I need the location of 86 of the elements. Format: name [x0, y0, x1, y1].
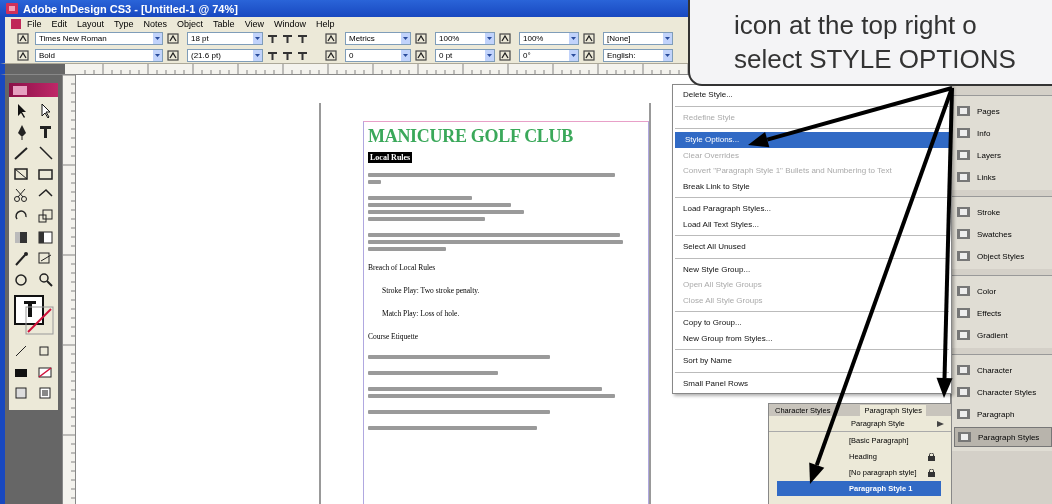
vertical-scale-field[interactable]: 100% — [435, 32, 495, 45]
menu-bar-item[interactable]: Notes — [139, 19, 172, 29]
panel-icon — [956, 205, 972, 219]
panel-tab[interactable]: Gradient — [954, 326, 1052, 344]
font-style-field[interactable]: Bold — [35, 49, 163, 62]
menu-item[interactable]: Sort by Name — [673, 353, 742, 369]
panel-icon — [956, 249, 972, 263]
panel-icon — [956, 148, 972, 162]
panel-icon — [956, 306, 972, 320]
callout-text: icon at the top right o — [734, 9, 978, 42]
kerning-field[interactable]: Metrics — [345, 32, 411, 45]
panel-icon — [956, 170, 972, 184]
caret-icon — [403, 37, 408, 40]
document-heading: MANICURE GOLF CLUB — [368, 126, 574, 146]
caret-icon — [571, 54, 576, 57]
menu-bar-item[interactable]: Window — [270, 19, 310, 29]
panel-tab[interactable]: Character — [954, 361, 1052, 379]
app-logo-icon — [13, 85, 27, 95]
caret-icon — [155, 37, 160, 40]
menu-item[interactable]: Break Link to Style — [673, 178, 760, 194]
caret-icon — [571, 37, 576, 40]
panel-icon — [956, 407, 972, 421]
leading-field[interactable]: (21.6 pt) — [187, 49, 263, 62]
new-style-icon[interactable] — [936, 419, 945, 428]
menu-bar-item[interactable]: View — [240, 19, 268, 29]
caret-icon — [487, 37, 492, 40]
menu-item[interactable]: Load All Text Styles... — [673, 216, 769, 232]
panel-tab[interactable]: Pages — [954, 102, 1052, 120]
caret-icon — [665, 54, 670, 57]
caret-icon — [665, 37, 670, 40]
menu-item[interactable]: Small Panel Rows — [673, 375, 758, 391]
scissors-icon[interactable] — [11, 186, 30, 204]
panel-tab[interactable]: Character Styles — [954, 383, 1052, 401]
panel-tab[interactable]: Links — [954, 168, 1052, 186]
caret-icon — [155, 54, 160, 57]
menu-item[interactable]: New Group from Styles... — [673, 330, 783, 346]
baseline-shift-field[interactable]: 0 pt — [435, 49, 495, 62]
menu-item[interactable]: Load Paragraph Styles... — [673, 201, 782, 217]
panel-icon — [956, 328, 972, 342]
panel-tab[interactable]: Info — [954, 124, 1052, 142]
panel-tab[interactable]: Swatches — [954, 225, 1052, 243]
panel-icon — [956, 104, 972, 118]
panel-tab[interactable]: Color — [954, 282, 1052, 300]
menu-item[interactable]: Delete Style... — [673, 87, 743, 103]
font-size-field[interactable]: 18 pt — [187, 32, 263, 45]
panel-tab[interactable]: Paragraph Styles — [954, 427, 1052, 447]
panel-icon — [957, 430, 973, 444]
menu-item[interactable]: Select All Unused — [673, 239, 756, 255]
horizontal-scale-field[interactable]: 100% — [519, 32, 579, 45]
panel-tab[interactable]: Effects — [954, 304, 1052, 322]
character-style-field[interactable]: [None] — [603, 32, 673, 45]
tracking-field[interactable]: 0 — [345, 49, 411, 62]
panel-icon — [956, 227, 972, 241]
menu-bar-item[interactable]: Type — [110, 19, 138, 29]
font-family-field[interactable]: Times New Roman — [35, 32, 163, 45]
menu-item[interactable]: New Style Group... — [673, 261, 761, 277]
panel-tab[interactable]: Layers — [954, 146, 1052, 164]
menu-bar-item[interactable]: File — [23, 19, 46, 29]
panel-tab[interactable]: Paragraph — [954, 405, 1052, 423]
menu-bar-item[interactable]: Object — [173, 19, 208, 29]
fill-stroke-icon[interactable] — [13, 295, 54, 335]
menu-bar-item[interactable]: Table — [209, 19, 239, 29]
panel-tab[interactable]: Object Styles — [954, 247, 1052, 265]
scale-tool-icon[interactable] — [35, 207, 54, 225]
panel-icon — [956, 363, 972, 377]
skew-field[interactable]: 0° — [519, 49, 579, 62]
caret-icon — [487, 54, 492, 57]
menu-item[interactable]: Copy to Group... — [673, 315, 752, 331]
document-subheading: Local Rules — [368, 152, 413, 163]
caret-icon — [403, 54, 408, 57]
menu-item[interactable]: Style Options... — [675, 132, 949, 148]
app-logo-icon — [11, 19, 21, 29]
menu-bar-item[interactable]: Edit — [47, 19, 72, 29]
caret-icon — [255, 37, 260, 40]
frame-icon[interactable] — [11, 165, 30, 183]
language-field[interactable]: English: — [603, 49, 673, 62]
window-title: Adobe InDesign CS3 - [Untitled-1 @ 74%] — [23, 2, 238, 15]
menu-bar-item[interactable]: Help — [312, 19, 339, 29]
panel-icon — [956, 385, 972, 399]
panel-icon — [956, 126, 972, 140]
panel-icon — [956, 284, 972, 298]
panel-tab[interactable]: Stroke — [954, 203, 1052, 221]
caret-icon — [255, 54, 260, 57]
menu-bar-item[interactable]: Layout — [73, 19, 109, 29]
callout-text: select STYLE OPTIONS — [734, 43, 1017, 76]
app-logo-icon — [6, 3, 18, 14]
